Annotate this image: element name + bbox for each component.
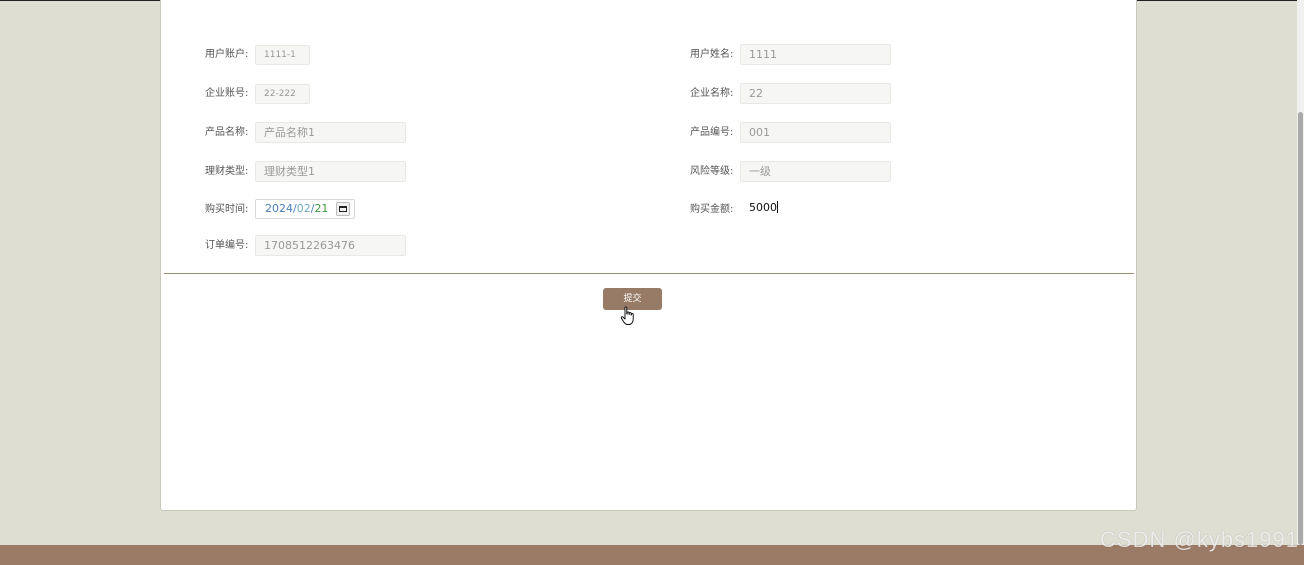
calendar-icon[interactable] — [336, 202, 350, 216]
user-account-field[interactable]: 1111-1 — [255, 45, 310, 65]
order-number-field[interactable]: 1708512263476 — [255, 235, 406, 256]
date-year: 2024 — [265, 202, 293, 215]
product-name-label: 产品名称: — [205, 127, 249, 138]
purchase-amount-field[interactable]: 5000 — [741, 198, 891, 218]
product-name-field[interactable]: 产品名称1 — [255, 122, 406, 143]
date-month: 02 — [296, 202, 311, 215]
company-account-field[interactable]: 22-222 — [255, 84, 310, 104]
date-day: 21 — [314, 202, 329, 215]
company-account-label: 企业账号: — [205, 88, 249, 99]
purchase-time-label: 购买时间: — [205, 204, 249, 215]
purchase-amount-label: 购买金额: — [690, 204, 734, 215]
user-name-label: 用户姓名: — [690, 49, 734, 60]
purchase-date-input[interactable]: 2024/02/21 — [255, 199, 355, 219]
product-code-label: 产品编号: — [690, 127, 734, 138]
product-code-field[interactable]: 001 — [740, 122, 891, 143]
scrollbar[interactable] — [1297, 0, 1304, 545]
form-divider — [164, 273, 1134, 274]
risk-level-field[interactable]: 一级 — [740, 161, 891, 182]
company-name-label: 企业名称: — [690, 88, 734, 99]
purchase-amount-value: 5000 — [749, 201, 777, 214]
scrollbar-thumb[interactable] — [1298, 112, 1303, 545]
company-name-field[interactable]: 22 — [740, 83, 891, 104]
hand-pointer-icon — [620, 306, 634, 325]
watermark: CSDN @kybs1991 — [1100, 527, 1299, 552]
finance-type-field[interactable]: 理财类型1 — [255, 161, 406, 182]
finance-type-label: 理财类型: — [205, 166, 249, 177]
user-account-label: 用户账户: — [205, 49, 249, 60]
order-number-label: 订单编号: — [205, 240, 249, 251]
user-name-field[interactable]: 1111 — [740, 44, 891, 65]
text-caret — [777, 201, 778, 213]
risk-level-label: 风险等级: — [690, 166, 734, 177]
